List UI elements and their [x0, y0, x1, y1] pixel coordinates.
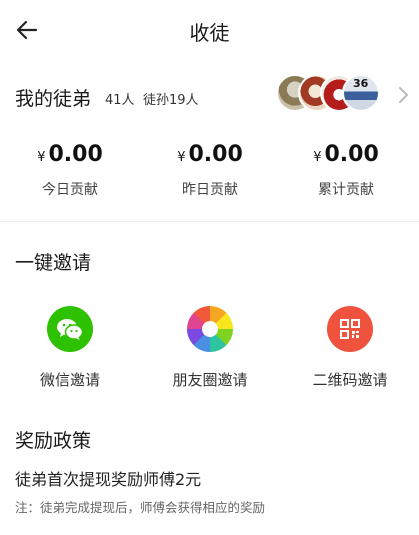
stat-value: ¥0.00 [0, 140, 140, 173]
grand-disciples-count: 徒孙19人 [143, 93, 199, 108]
currency-symbol: ¥ [313, 150, 322, 165]
stat-label: 昨日贡献 [182, 182, 238, 198]
stat-total: ¥0.00 累计贡献 [276, 140, 416, 199]
stat-value: ¥0.00 [276, 140, 416, 173]
header: 收徒 [0, 0, 419, 62]
currency-symbol: ¥ [37, 150, 46, 165]
contribution-stats: ¥0.00 今日贡献 ¥0.00 昨日贡献 ¥0.00 累计贡献 [0, 140, 419, 210]
moments-invite-button[interactable]: 朋友圈邀请 [140, 300, 280, 390]
wechat-invite-button[interactable]: 微信邀请 [0, 300, 140, 390]
chevron-right-icon [399, 87, 408, 103]
stat-label: 今日贡献 [42, 182, 98, 198]
my-disciples-row[interactable]: 我的徒弟 41人 徒孙19人 36 [0, 70, 419, 122]
invite-label: 微信邀请 [39, 371, 100, 389]
avatar: 36 [342, 74, 380, 112]
currency-symbol: ¥ [177, 150, 186, 165]
stat-amount: 0.00 [48, 142, 103, 167]
disciples-count: 41人 [105, 93, 135, 108]
reward-note: 注：徒弟完成提现后，师傅会获得相应的奖励 [15, 500, 266, 515]
stat-label: 累计贡献 [318, 182, 374, 198]
stat-value: ¥0.00 [140, 140, 280, 173]
qrcode-icon [327, 306, 373, 352]
divider [0, 221, 419, 222]
page-title: 收徒 [189, 21, 230, 45]
invite-label: 二维码邀请 [312, 371, 388, 389]
qrcode-invite-button[interactable]: 二维码邀请 [280, 300, 419, 390]
stat-amount: 0.00 [324, 142, 379, 167]
stat-amount: 0.00 [188, 142, 243, 167]
stat-today: ¥0.00 今日贡献 [0, 140, 140, 199]
wechat-icon [47, 306, 93, 352]
stat-yesterday: ¥0.00 昨日贡献 [140, 140, 280, 199]
my-disciples-title: 我的徒弟 [15, 88, 92, 110]
reward-section-title: 奖励政策 [15, 430, 92, 452]
moments-icon [187, 306, 233, 352]
invite-section-title: 一键邀请 [15, 252, 92, 274]
avatar-badge: 36 [353, 77, 369, 90]
invite-label: 朋友圈邀请 [172, 371, 248, 389]
reward-rule: 徒弟首次提现奖励师傅2元 [15, 470, 202, 489]
disciple-avatars: 36 [276, 74, 382, 114]
